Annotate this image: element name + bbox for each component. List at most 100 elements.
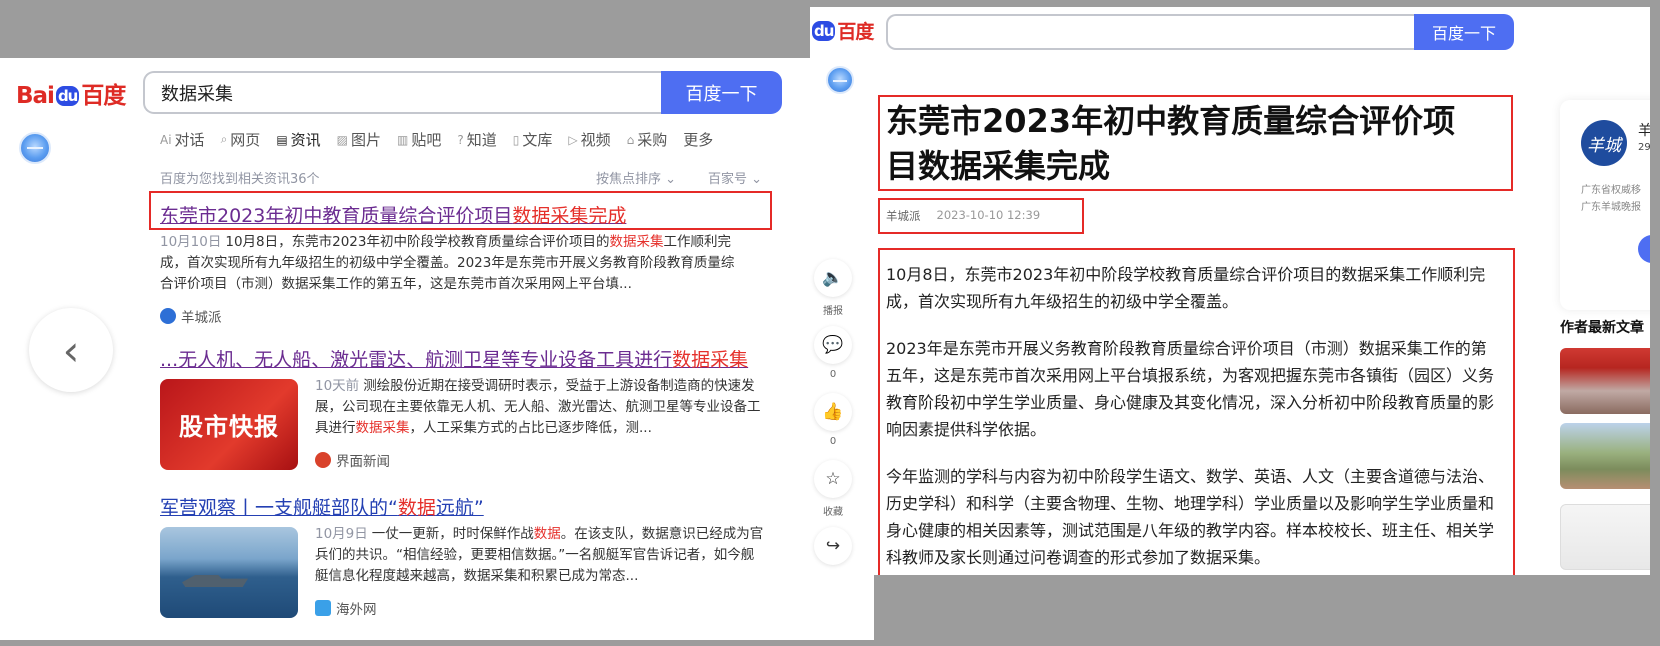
title-highlight: 数据 <box>397 497 436 519</box>
user-avatar[interactable] <box>826 66 854 94</box>
ship-image <box>182 575 248 587</box>
tab-tieba[interactable]: ▥ 贴吧 <box>397 129 441 150</box>
star-icon: ☆ <box>814 460 852 498</box>
latest-article-thumb[interactable] <box>1560 423 1650 489</box>
logo-text-bai: Bai <box>16 83 55 109</box>
search-input[interactable] <box>886 14 1416 50</box>
highlight-box <box>878 198 1084 234</box>
question-icon: ? <box>457 132 464 147</box>
broadcast-action[interactable]: 🔈 播报 <box>813 259 853 317</box>
source-name: 海外网 <box>336 602 377 618</box>
chevron-down-icon: ⌄ <box>661 172 677 187</box>
abs-highlight: 数据采集 <box>609 234 664 250</box>
tab-video[interactable]: ▷ 视频 <box>568 129 610 150</box>
latest-article-thumb[interactable] <box>1560 348 1650 414</box>
result-date: 10月9日 <box>315 526 368 542</box>
source-logo-icon <box>315 452 331 468</box>
result-date: 10月10日 <box>160 234 222 250</box>
comment-icon: 💬 <box>814 326 852 364</box>
tab-label: 对话 <box>174 131 205 149</box>
author-name[interactable]: 羊 <box>1638 120 1650 140</box>
author-card: 羊城 羊 29 广东省权威移 广东羊城晚报 <box>1560 100 1650 310</box>
tab-more[interactable]: 更多 <box>683 129 713 150</box>
highlight-box <box>149 191 772 230</box>
search-input-value: 数据采集 <box>161 83 233 105</box>
favorite-action[interactable]: ☆ 收藏 <box>813 460 853 518</box>
source-logo-icon <box>315 600 331 616</box>
user-avatar[interactable] <box>19 132 51 164</box>
latest-article-thumb[interactable] <box>1560 504 1650 570</box>
comment-action[interactable]: 💬 0 <box>813 326 853 383</box>
tab-images[interactable]: ▨ 图片 <box>337 129 381 150</box>
play-icon: ▷ <box>568 132 578 147</box>
search-input[interactable]: 数据采集 <box>143 71 663 114</box>
action-label: 0 <box>829 369 837 380</box>
back-button[interactable]: ‹ <box>29 308 113 392</box>
ai-icon: Ai <box>160 132 172 147</box>
filter-baijiahao[interactable]: 百家号 ⌄ <box>708 168 762 187</box>
result-count: 百度为您找到相关资讯36个 <box>160 172 320 187</box>
tab-label: 文库 <box>522 131 553 149</box>
baidu-logo[interactable]: Bai du 百度 <box>16 76 126 110</box>
image-icon: ▨ <box>336 132 349 147</box>
sort-by-focus[interactable]: 按焦点排序 ⌄ <box>596 168 676 187</box>
result-title-3[interactable]: 军营观察丨一支舰艇部队的“数据远航” <box>160 493 484 520</box>
like-action[interactable]: 👍 0 <box>813 393 853 450</box>
source-name: 界面新闻 <box>336 454 390 470</box>
result-source-3[interactable]: 海外网 <box>315 598 377 618</box>
result-abstract-1: 10月10日 10月8日，东莞市2023年初中阶段学校教育质量综合评价项目的数据采… <box>160 232 746 295</box>
tab-label: 视频 <box>580 131 611 149</box>
tab-label: 网页 <box>230 131 261 149</box>
search-button[interactable]: 百度一下 <box>661 71 782 114</box>
result-title-2[interactable]: ...无人机、无人船、激光雷达、航测卫星等专业设备工具进行数据采集 <box>160 345 748 372</box>
author-fans: 29 <box>1638 142 1650 153</box>
result-source-2[interactable]: 界面新闻 <box>315 450 390 470</box>
tab-web[interactable]: ⌕ 网页 <box>221 129 261 150</box>
chevron-left-icon: ‹ <box>62 325 80 375</box>
follow-button[interactable] <box>1638 235 1650 263</box>
title-text: ...无人机、无人船、激光雷达、航测卫星等专业设备工具进行 <box>160 349 673 371</box>
filter-label: 百家号 <box>708 172 748 187</box>
share-icon: ↪ <box>814 527 852 565</box>
result-abstract-3: 10月9日 一仗一更新，时时保鲜作战数据。在该支队，数据意识已经成为官兵们的共识。… <box>315 524 765 587</box>
search-button[interactable]: 百度一下 <box>1414 14 1514 50</box>
logo-paw-du: du <box>55 86 80 106</box>
article-panel: du 百度 百度一下 东莞市2023年初中教育质量综合评价项目数据采集完成 羊城派… <box>810 7 1650 575</box>
tab-news[interactable]: ▤ 资讯 <box>276 129 320 150</box>
author-avatar[interactable]: 羊城 <box>1581 120 1627 166</box>
latest-articles-heading: 作者最新文章 <box>1560 320 1644 336</box>
highlight-box <box>878 248 1515 575</box>
tieba-icon: ▥ <box>397 132 409 147</box>
abs-highlight: 数据采集 <box>355 420 410 436</box>
tab-wenku[interactable]: ▯ 文库 <box>513 129 553 150</box>
author-description: 广东省权威移 广东羊城晚报 <box>1581 182 1650 216</box>
tab-label: 采购 <box>637 131 668 149</box>
title-text: 远航” <box>435 497 484 519</box>
baidu-logo[interactable]: du 百度 <box>810 17 874 44</box>
tab-label: 知道 <box>466 131 497 149</box>
source-logo-icon <box>160 308 176 324</box>
abs-text: 10月8日，东莞市2023年初中阶段学校教育质量综合评价项目的 <box>225 234 610 250</box>
share-action[interactable]: ↪ <box>813 527 853 565</box>
desc-line: 广东羊城晚报 <box>1581 202 1641 213</box>
highlight-box <box>878 95 1513 191</box>
logo-text-baidu: 百度 <box>837 21 874 43</box>
result-source-1[interactable]: 羊城派 <box>160 306 222 326</box>
tab-label: 更多 <box>683 131 714 149</box>
search-results-panel: Bai du 百度 数据采集 百度一下 Ai 对话 ⌕ 网页 ▤ 资讯 ▨ 图片 ▥ 贴吧 ?… <box>0 58 874 640</box>
abs-highlight: 数据 <box>533 526 561 542</box>
tab-zhidao[interactable]: ? 知道 <box>457 129 496 150</box>
speaker-icon: 🔈 <box>814 259 852 297</box>
tab-purchase[interactable]: ⌂ 采购 <box>627 129 668 150</box>
desc-line: 广东省权威移 <box>1581 185 1641 196</box>
document-icon: ▯ <box>512 132 520 147</box>
action-label: 收藏 <box>823 507 843 518</box>
news-icon: ▤ <box>276 132 288 147</box>
article-actions: 🔈 播报 💬 0 👍 0 ☆ 收藏 ↪ <box>813 259 853 575</box>
tab-label: 图片 <box>351 131 382 149</box>
result-thumbnail-3[interactable] <box>160 527 298 618</box>
title-text: 军营观察丨一支舰艇部队的“ <box>160 497 398 519</box>
tab-dialog[interactable]: Ai 对话 <box>160 129 205 150</box>
tab-label: 资讯 <box>290 131 321 149</box>
result-thumbnail-2[interactable]: 股市快报 <box>160 379 298 470</box>
